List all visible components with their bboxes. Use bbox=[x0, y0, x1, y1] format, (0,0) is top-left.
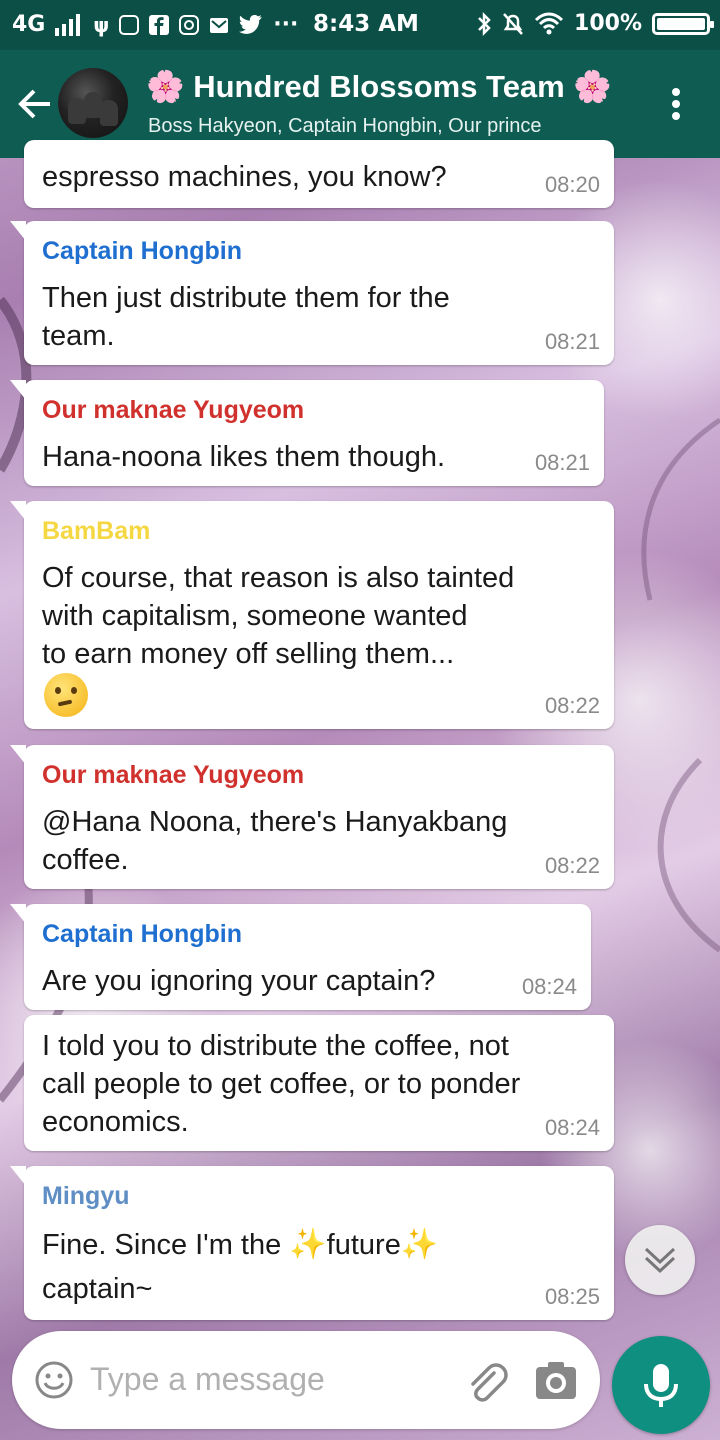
sparkles-icon: ✨ bbox=[400, 1228, 439, 1261]
more-notifications-icon: ··· bbox=[273, 12, 299, 37]
microphone-icon bbox=[644, 1364, 678, 1407]
group-members[interactable]: Boss Hakyeon, Captain Hongbin, Our princ… bbox=[148, 115, 613, 138]
facebook-icon bbox=[149, 14, 170, 35]
group-name: Hundred Blossoms Team bbox=[193, 69, 565, 104]
camera-icon[interactable] bbox=[534, 1361, 578, 1401]
emoji-icon[interactable] bbox=[34, 1360, 74, 1400]
signal-icon bbox=[55, 13, 81, 36]
message-time: 08:24 bbox=[544, 1115, 600, 1140]
message-bubble[interactable]: Our maknae Yugyeom Hana-noona likes them… bbox=[10, 380, 604, 486]
sparkles-icon: ✨ bbox=[289, 1228, 327, 1261]
status-bar: 4G ψ ··· 8:43 AM 100% bbox=[0, 0, 720, 50]
scroll-to-bottom-button[interactable] bbox=[625, 1225, 695, 1295]
clock: 8:43 AM bbox=[313, 11, 419, 37]
twitter-icon bbox=[239, 14, 263, 34]
paperclip-icon[interactable] bbox=[464, 1359, 508, 1403]
message-text: Are you ignoring your captain? bbox=[42, 965, 436, 997]
sender-name[interactable]: Captain Hongbin bbox=[42, 920, 242, 949]
bluetooth-icon bbox=[478, 11, 491, 36]
sender-name[interactable]: Our maknae Yugyeom bbox=[42, 761, 304, 790]
wifi-icon bbox=[534, 12, 564, 34]
message-text: Fine. Since I'm the ✨future✨ bbox=[42, 1226, 438, 1264]
message-bubble[interactable]: Captain Hongbin Then just distribute the… bbox=[10, 221, 614, 365]
network-label: 4G bbox=[12, 12, 46, 37]
message-text-part: future bbox=[326, 1229, 401, 1261]
message-bubble[interactable]: Mingyu Fine. Since I'm the ✨future✨ capt… bbox=[10, 1166, 614, 1320]
message-time: 08:22 bbox=[544, 693, 600, 718]
battery-icon bbox=[652, 12, 714, 35]
sender-name[interactable]: Captain Hongbin bbox=[42, 237, 242, 266]
instagram-icon bbox=[179, 14, 200, 35]
message-input[interactable]: Type a message bbox=[90, 1361, 325, 1398]
blossom-icon: 🌸 bbox=[573, 69, 612, 104]
message-composer: Type a message bbox=[12, 1331, 600, 1429]
message-text: @Hana Noona, there's Hanyakbang coffee. bbox=[42, 806, 508, 876]
group-avatar[interactable] bbox=[58, 68, 128, 138]
sender-name[interactable]: BamBam bbox=[42, 517, 150, 546]
message-time: 08:21 bbox=[544, 329, 600, 354]
sender-name[interactable]: Mingyu bbox=[42, 1182, 130, 1211]
back-arrow-icon[interactable] bbox=[14, 82, 58, 126]
thinking-face-icon bbox=[44, 673, 88, 717]
message-time: 08:20 bbox=[544, 172, 600, 197]
message-text-part: captain~ bbox=[42, 1273, 153, 1305]
double-chevron-down-icon bbox=[644, 1247, 676, 1274]
blossom-icon: 🌸 bbox=[146, 69, 185, 104]
mute-icon bbox=[503, 12, 523, 35]
gmail-icon bbox=[210, 17, 229, 33]
message-bubble[interactable]: BamBam Of course, that reason is also ta… bbox=[10, 501, 614, 729]
message-time: 08:21 bbox=[534, 450, 590, 475]
message-time: 08:25 bbox=[544, 1284, 600, 1309]
message-text: Then just distribute them for the team. bbox=[42, 282, 450, 352]
usb-icon: ψ bbox=[93, 12, 110, 37]
battery-percent: 100% bbox=[574, 11, 642, 36]
message-time: 08:24 bbox=[521, 974, 577, 999]
overflow-menu-icon[interactable] bbox=[664, 82, 688, 126]
app-notification-icon bbox=[119, 14, 140, 35]
message-text: Hana-noona likes them though. bbox=[42, 441, 446, 473]
message-bubble[interactable]: Captain Hongbin Are you ignoring your ca… bbox=[10, 904, 591, 1010]
message-text: I told you to distribute the coffee, not… bbox=[42, 1030, 521, 1138]
message-text: espresso machines, you know? bbox=[42, 161, 447, 193]
group-title[interactable]: 🌸 Hundred Blossoms Team 🌸 bbox=[146, 68, 616, 105]
voice-message-button[interactable] bbox=[612, 1336, 710, 1434]
message-bubble[interactable]: espresso machines, you know? 08:20 bbox=[24, 140, 614, 208]
message-bubble[interactable]: Our maknae Yugyeom @Hana Noona, there's … bbox=[10, 745, 614, 889]
message-time: 08:22 bbox=[544, 853, 600, 878]
message-text: Of course, that reason is also tainted w… bbox=[42, 562, 515, 670]
message-text-part: Fine. Since I'm the bbox=[42, 1229, 282, 1261]
message-bubble[interactable]: I told you to distribute the coffee, not… bbox=[24, 1015, 614, 1151]
sender-name[interactable]: Our maknae Yugyeom bbox=[42, 396, 304, 425]
